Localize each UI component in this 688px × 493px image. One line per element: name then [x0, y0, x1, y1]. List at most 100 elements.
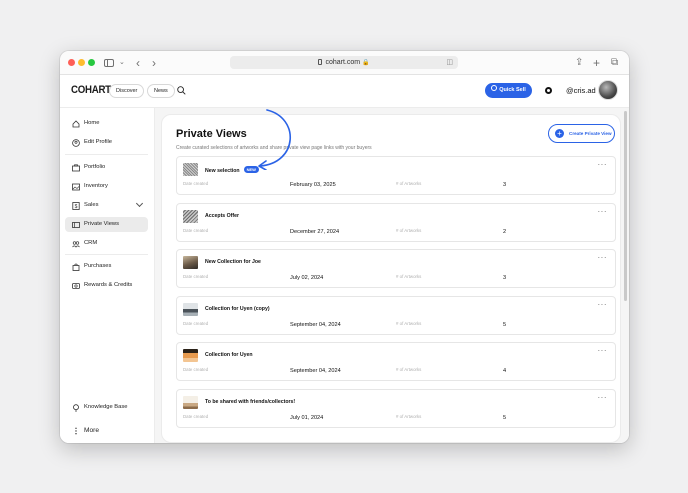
- create-private-view-button[interactable]: + Create Private View: [548, 124, 615, 143]
- sidebar-item-label: More: [84, 427, 100, 434]
- card-name: To be shared with friends/collectors!: [205, 399, 296, 405]
- artworks-count-label: # of Artworks: [396, 274, 422, 279]
- divider: [65, 254, 148, 255]
- search-icon[interactable]: [177, 86, 186, 95]
- page-subtitle: Create curated selections of artworks an…: [176, 145, 372, 151]
- news-button[interactable]: News: [147, 84, 175, 98]
- close-window-button[interactable]: [68, 59, 75, 66]
- zoom-window-button[interactable]: [88, 59, 95, 66]
- sidebar-item-inventory[interactable]: Inventory: [65, 179, 148, 194]
- minimize-window-button[interactable]: [78, 59, 85, 66]
- sidebar-item-knowledge-base[interactable]: Knowledge Base: [65, 400, 148, 415]
- tabs-overview-icon[interactable]: ⧉: [611, 56, 618, 70]
- chevron-down-icon[interactable]: ⌄: [119, 56, 125, 70]
- avatar[interactable]: [598, 80, 618, 100]
- bag-icon: [72, 263, 80, 271]
- share-icon[interactable]: ⇪: [575, 56, 583, 70]
- artworks-count-label: # of Artworks: [396, 228, 422, 233]
- extension-icon[interactable]: ◫: [446, 56, 453, 69]
- sidebar-item-more[interactable]: More: [65, 423, 148, 438]
- home-icon: [72, 120, 80, 128]
- private-view-card[interactable]: New Collection for Joe ··· Date created …: [176, 249, 616, 288]
- date-created-label: Date created: [183, 367, 209, 372]
- sidebar-item-purchases[interactable]: Purchases: [65, 259, 148, 274]
- dollar-icon: $: [72, 202, 80, 210]
- discover-button[interactable]: Discover: [109, 84, 145, 98]
- browser-toolbar: ⌄ ‹ › cohart.com 🔒 ◫ ⇪ + ⧉: [60, 51, 629, 75]
- sidebar-item-label: Home: [84, 120, 100, 126]
- sidebar-item-edit-profile[interactable]: Edit Profile: [65, 135, 148, 150]
- artworks-count-value: 3: [503, 182, 507, 188]
- artworks-count-value: 2: [503, 229, 507, 235]
- app-header: COHART Discover News Quick Sell @cris.ad: [60, 75, 629, 108]
- dollar-coin-icon: [491, 85, 498, 91]
- artwork-thumbnail: [183, 396, 198, 409]
- notification-icon[interactable]: [545, 87, 552, 94]
- artworks-count-value: 4: [503, 368, 507, 374]
- back-icon[interactable]: ‹: [136, 56, 140, 70]
- address-bar[interactable]: cohart.com 🔒 ◫: [230, 56, 458, 69]
- image-icon: [72, 183, 80, 191]
- bulb-icon: [73, 404, 79, 412]
- date-created-label: Date created: [183, 274, 209, 279]
- quick-sell-button[interactable]: Quick Sell: [485, 83, 532, 98]
- more-vertical-icon: [75, 427, 77, 435]
- more-options-icon[interactable]: ···: [598, 300, 608, 309]
- private-view-card[interactable]: To be shared with friends/collectors! ··…: [176, 389, 616, 428]
- private-view-card[interactable]: Collection for Uyen ··· Date created Sep…: [176, 342, 616, 381]
- sidebar-item-label: Sales: [84, 202, 99, 208]
- create-label: Create Private View: [569, 131, 612, 136]
- artworks-count-value: 5: [503, 322, 507, 328]
- date-created-value: July 02, 2024: [290, 275, 324, 281]
- card-name: Collection for Uyen: [205, 352, 253, 358]
- forward-icon[interactable]: ›: [152, 56, 156, 70]
- date-created-value: September 04, 2024: [290, 368, 341, 374]
- card-name: Accepts Offer: [205, 213, 240, 219]
- more-options-icon[interactable]: ···: [598, 207, 608, 216]
- artwork-thumbnail: [183, 349, 198, 362]
- sidebar-item-crm[interactable]: CRM: [65, 236, 148, 251]
- card-name: Collection for Uyen (copy): [205, 306, 270, 312]
- artwork-thumbnail: [183, 163, 198, 176]
- more-options-icon[interactable]: ···: [598, 393, 608, 402]
- sidebar-item-rewards[interactable]: Rewards & Credits: [65, 278, 148, 293]
- private-view-card[interactable]: Collection for Uyen (copy) ··· Date crea…: [176, 296, 616, 335]
- card-name: New Collection for Joe: [205, 259, 261, 265]
- more-options-icon[interactable]: ···: [598, 346, 608, 355]
- private-view-icon: [72, 222, 80, 228]
- url-text: cohart.com: [325, 59, 361, 66]
- artworks-count-label: # of Artworks: [396, 414, 422, 419]
- sidebar-item-label: Portfolio: [84, 164, 106, 170]
- people-icon: [72, 241, 80, 248]
- browser-window: ⌄ ‹ › cohart.com 🔒 ◫ ⇪ + ⧉ COHART Discove…: [60, 51, 629, 443]
- sidebar-item-portfolio[interactable]: Portfolio: [65, 160, 148, 175]
- artworks-count-label: # of Artworks: [396, 321, 422, 326]
- date-created-value: September 04, 2024: [290, 322, 341, 328]
- sidebar-item-home[interactable]: Home: [65, 116, 148, 131]
- chevron-down-icon[interactable]: [135, 199, 144, 208]
- main-content: Private Views Create curated selections …: [155, 108, 629, 443]
- plus-icon: +: [555, 129, 564, 138]
- quick-sell-label: Quick Sell: [499, 87, 526, 93]
- sidebar-item-private-views[interactable]: Private Views: [65, 217, 148, 232]
- cohart-logo[interactable]: COHART: [71, 84, 111, 96]
- more-options-icon[interactable]: ···: [598, 253, 608, 262]
- date-created-value: July 01, 2024: [290, 415, 324, 421]
- date-created-label: Date created: [183, 414, 209, 419]
- scrollbar[interactable]: [624, 111, 627, 301]
- sidebar-item-label: Private Views: [84, 221, 120, 227]
- portfolio-icon: [72, 164, 80, 172]
- sidebar-item-sales[interactable]: $ Sales: [65, 198, 148, 213]
- sidebar-toggle-icon[interactable]: [104, 59, 114, 67]
- username[interactable]: @cris.ad: [566, 86, 596, 95]
- artworks-count-label: # of Artworks: [396, 367, 422, 372]
- date-created-value: December 27, 2024: [290, 229, 340, 235]
- artwork-thumbnail: [183, 256, 198, 269]
- artwork-thumbnail: [183, 303, 198, 316]
- private-view-card[interactable]: New selection NEW ··· Date created Februa…: [176, 156, 616, 195]
- artworks-count-value: 5: [503, 415, 507, 421]
- date-created-label: Date created: [183, 228, 209, 233]
- more-options-icon[interactable]: ···: [598, 160, 608, 169]
- new-tab-icon[interactable]: +: [593, 56, 600, 70]
- private-view-card[interactable]: Accepts Offer ··· Date created December …: [176, 203, 616, 242]
